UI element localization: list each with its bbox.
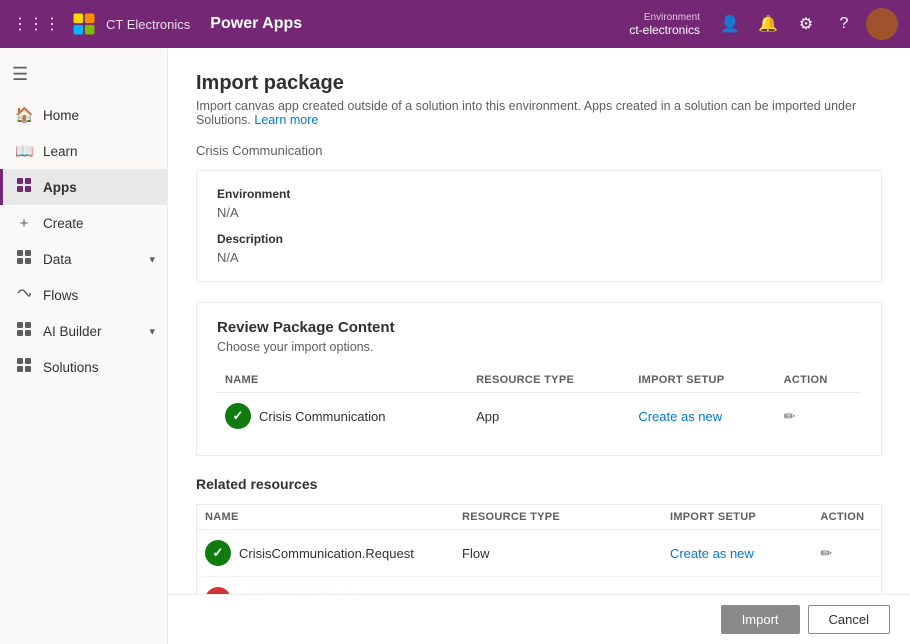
rel-row-name-cell-2: ! user@microsoft.com	[197, 577, 455, 595]
notification-icon[interactable]: 🔔	[752, 8, 784, 40]
sidebar-item-label: Flows	[43, 288, 78, 303]
sidebar-item-learn[interactable]: 📖 Learn	[0, 133, 167, 169]
topbar-right: Environment ct-electronics 👤 🔔 ⚙ ?	[629, 8, 898, 40]
sidebar-item-solutions[interactable]: Solutions	[0, 349, 167, 385]
rel-col-name: NAME	[197, 505, 455, 530]
environment-field-label: Environment	[217, 187, 861, 201]
sidebar-item-label: Create	[43, 216, 84, 231]
status-icon-red: !	[205, 587, 231, 594]
expand-icon-ai: ▾	[149, 325, 155, 338]
help-icon[interactable]: ?	[828, 8, 860, 40]
review-section-title: Review Package Content	[217, 319, 861, 336]
rel-row-name-cell: ✓ CrisisCommunication.Request	[197, 530, 455, 577]
content-area: Import package Import canvas app created…	[168, 48, 910, 644]
grid-icon[interactable]: ⋮⋮⋮	[12, 14, 60, 34]
sidebar-item-label: AI Builder	[43, 324, 102, 339]
related-resources-title: Related resources	[196, 476, 882, 492]
sidebar-item-label: Learn	[43, 144, 78, 159]
rel-col-resource-type: RESOURCE TYPE	[454, 505, 662, 530]
rel-row-action: ✏	[812, 530, 881, 577]
sidebar-item-data[interactable]: Data ▾	[0, 241, 167, 277]
review-section-desc: Choose your import options.	[217, 340, 861, 354]
review-table: NAME RESOURCE TYPE IMPORT SETUP ACTION ✓…	[217, 368, 861, 439]
company-name: CT Electronics	[106, 17, 190, 32]
rel-row-resource-type: Flow	[454, 530, 662, 577]
col-import-setup: IMPORT SETUP	[630, 368, 775, 393]
create-as-new-link[interactable]: Create as new	[638, 409, 722, 424]
edit-icon-2[interactable]: ✏	[820, 545, 832, 561]
content-footer: Import Cancel	[168, 594, 910, 644]
create-as-new-link-2[interactable]: Create as new	[670, 546, 754, 561]
flows-icon	[15, 285, 33, 305]
learn-more-link[interactable]: Learn more	[254, 113, 318, 127]
sidebar-item-home[interactable]: 🏠 Home	[0, 97, 167, 133]
environment-name: ct-electronics	[629, 23, 700, 37]
table-row: ✓ CrisisCommunication.Request Flow Creat…	[197, 530, 882, 577]
rel-row-import-setup-2: Select during import	[662, 577, 812, 595]
page-title: Import package	[196, 72, 882, 95]
status-icon-green: ✓	[205, 540, 231, 566]
app-title: Power Apps	[210, 15, 629, 33]
sidebar-item-label: Home	[43, 108, 79, 123]
description-field-label: Description	[217, 232, 861, 246]
environment-selector[interactable]: Environment ct-electronics	[629, 12, 700, 37]
app-name-strip: Crisis Communication	[196, 143, 882, 158]
learn-icon: 📖	[15, 142, 33, 160]
settings-icon[interactable]: ⚙	[790, 8, 822, 40]
related-resources-section: Related resources NAME RESOURCE TYPE IMP…	[196, 476, 882, 594]
content-scroll: Import package Import canvas app created…	[168, 48, 910, 594]
hamburger-icon[interactable]: ☰	[0, 56, 167, 93]
avatar[interactable]	[866, 8, 898, 40]
rel-col-action: ACTION	[812, 505, 881, 530]
row-resource-type: App	[468, 393, 630, 440]
row-import-setup: Create as new	[630, 393, 775, 440]
rel-row-resource-type-2: Microsoft Teams Connection	[454, 577, 662, 595]
col-resource-type: RESOURCE TYPE	[468, 368, 630, 393]
sidebar-item-ai-builder[interactable]: AI Builder ▾	[0, 313, 167, 349]
row-action: ✏	[776, 393, 861, 440]
sidebar-item-apps[interactable]: Apps	[0, 169, 167, 205]
page-subtitle: Import canvas app created outside of a s…	[196, 99, 882, 127]
col-name: NAME	[217, 368, 468, 393]
row-name-cell: ✓ Crisis Communication	[217, 393, 468, 440]
rel-col-import-setup: IMPORT SETUP	[662, 505, 812, 530]
description-field-value: N/A	[217, 250, 861, 265]
related-resources-table: NAME RESOURCE TYPE IMPORT SETUP ACTION ✓…	[196, 504, 882, 594]
data-icon	[15, 249, 33, 269]
sidebar-item-label: Apps	[43, 180, 77, 195]
cancel-button[interactable]: Cancel	[808, 605, 890, 634]
env-desc-box: Environment N/A Description N/A	[196, 170, 882, 282]
sidebar-item-create[interactable]: + Create	[0, 205, 167, 241]
sidebar: ☰ 🏠 Home 📖 Learn Apps + Create	[0, 48, 168, 644]
status-icon-green: ✓	[225, 403, 251, 429]
create-icon: +	[15, 215, 33, 232]
app-logo	[70, 10, 98, 38]
col-action: ACTION	[776, 368, 861, 393]
rel-row-import-setup: Create as new	[662, 530, 812, 577]
solutions-icon	[15, 357, 33, 377]
topbar: ⋮⋮⋮ CT Electronics Power Apps Environmen…	[0, 0, 910, 48]
table-row: ! user@microsoft.com Microsoft Teams Con…	[197, 577, 882, 595]
sidebar-item-label: Solutions	[43, 360, 99, 375]
person-icon[interactable]: 👤	[714, 8, 746, 40]
expand-icon: ▾	[149, 253, 155, 266]
environment-label: Environment	[644, 12, 700, 23]
ai-builder-icon	[15, 321, 33, 341]
main-layout: ☰ 🏠 Home 📖 Learn Apps + Create	[0, 48, 910, 644]
sidebar-item-label: Data	[43, 252, 72, 267]
import-button[interactable]: Import	[721, 605, 800, 634]
review-package-box: Review Package Content Choose your impor…	[196, 302, 882, 456]
edit-icon[interactable]: ✏	[784, 408, 796, 424]
blurred-name-1: user@microsoft.com	[239, 593, 358, 595]
environment-field-value: N/A	[217, 205, 861, 220]
sidebar-item-flows[interactable]: Flows	[0, 277, 167, 313]
rel-row-action-2: ✏	[812, 577, 881, 595]
apps-icon	[15, 177, 33, 197]
home-icon: 🏠	[15, 106, 33, 124]
table-row: ✓ Crisis Communication App Create as new…	[217, 393, 861, 440]
